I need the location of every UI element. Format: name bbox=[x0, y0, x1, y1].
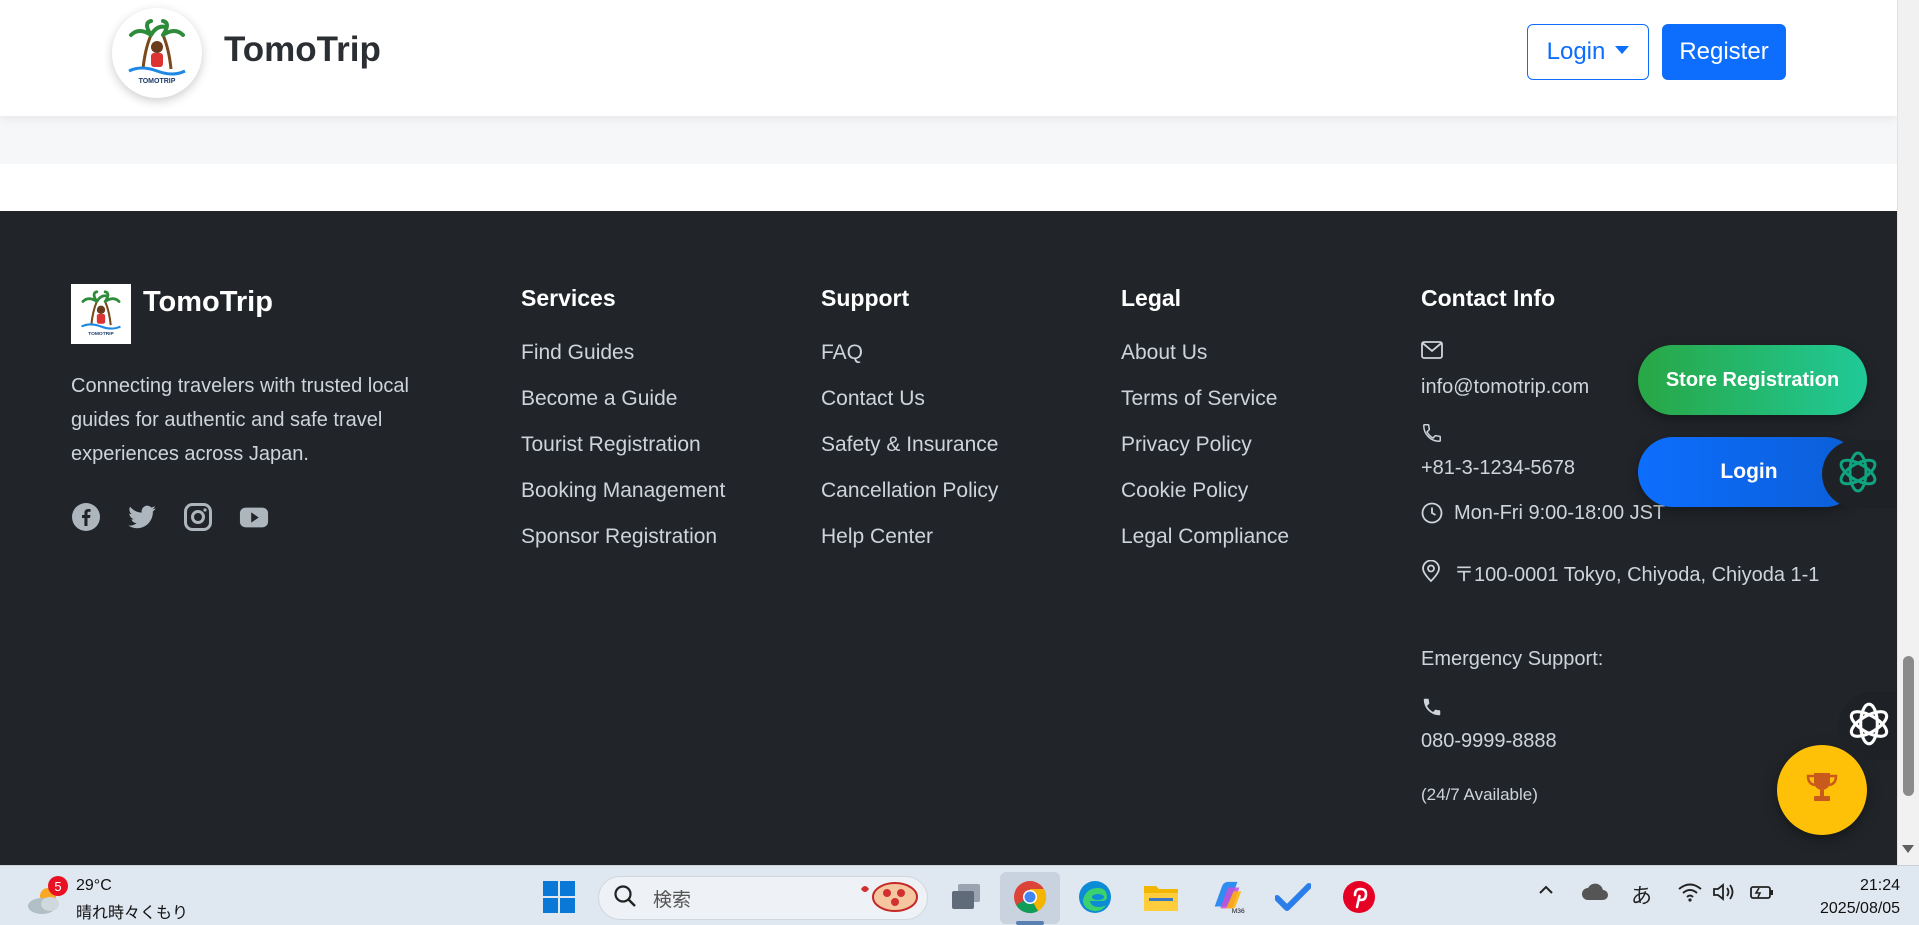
contact-address: 〒100-0001 Tokyo, Chiyoda, Chiyoda 1-1 bbox=[1454, 564, 1820, 586]
weather-badge: 5 bbox=[48, 876, 68, 896]
brand-name[interactable]: TomoTrip bbox=[224, 30, 381, 70]
footer-link-sponsor-registration[interactable]: Sponsor Registration bbox=[521, 525, 725, 571]
footer-link-cookie[interactable]: Cookie Policy bbox=[1121, 479, 1289, 525]
weather-temperature: 29°C bbox=[76, 877, 112, 894]
todo-check-icon[interactable] bbox=[1275, 879, 1311, 915]
footer-link-faq[interactable]: FAQ bbox=[821, 341, 998, 387]
palm-logo-icon: TOMOTRIP bbox=[128, 19, 186, 85]
footer-logo[interactable]: TOMOTRIP bbox=[71, 284, 131, 344]
search-placeholder: 検索 bbox=[653, 889, 692, 911]
site-header: TOMOTRIP TomoTrip Login Register bbox=[0, 0, 1897, 116]
facebook-icon[interactable] bbox=[71, 502, 101, 532]
chatgpt-tab[interactable] bbox=[1838, 692, 1897, 760]
taskbar-clock[interactable]: 21:24 2025/08/05 bbox=[1820, 874, 1900, 920]
onedrive-cloud-icon[interactable] bbox=[1581, 882, 1609, 908]
footer-tagline: Connecting travelers with trusted local … bbox=[71, 375, 409, 465]
social-links bbox=[71, 502, 269, 532]
envelope-icon bbox=[1421, 341, 1443, 365]
legal-heading: Legal bbox=[1121, 285, 1182, 311]
login-dropdown-button[interactable]: Login bbox=[1527, 24, 1649, 80]
footer-link-privacy[interactable]: Privacy Policy bbox=[1121, 433, 1289, 479]
phone-icon bbox=[1421, 422, 1443, 450]
active-app-indicator bbox=[1016, 921, 1044, 925]
scrollbar-thumb[interactable] bbox=[1903, 656, 1914, 796]
edge-icon[interactable] bbox=[1077, 879, 1113, 915]
windows-start-icon[interactable] bbox=[541, 879, 577, 915]
phone-solid-icon bbox=[1421, 696, 1443, 724]
contact-email[interactable]: info@tomotrip.com bbox=[1421, 376, 1589, 399]
trophy-icon bbox=[1805, 770, 1839, 811]
login-label: Login bbox=[1546, 38, 1606, 65]
pinterest-icon[interactable] bbox=[1341, 879, 1377, 915]
support-list: FAQ Contact Us Safety & Insurance Cancel… bbox=[821, 341, 998, 571]
contact-hours: Mon-Fri 9:00-18:00 JST bbox=[1454, 502, 1666, 524]
battery-icon[interactable] bbox=[1749, 882, 1775, 908]
openai-green-icon bbox=[1834, 448, 1882, 501]
tray-chevron-up-icon[interactable] bbox=[1536, 880, 1556, 906]
brand-logo[interactable]: TOMOTRIP bbox=[112, 8, 202, 98]
footer-link-find-guides[interactable]: Find Guides bbox=[521, 341, 725, 387]
logo-caption: TOMOTRIP bbox=[139, 78, 176, 85]
svg-text:M365: M365 bbox=[1232, 908, 1245, 915]
ime-indicator[interactable]: あ bbox=[1631, 880, 1652, 910]
store-registration-button[interactable]: Store Registration bbox=[1638, 345, 1867, 415]
footer-link-contact-us[interactable]: Contact Us bbox=[821, 387, 998, 433]
footer-link-booking-management[interactable]: Booking Management bbox=[521, 479, 725, 525]
emergency-label: Emergency Support: bbox=[1421, 648, 1604, 670]
page-section-band bbox=[0, 116, 1897, 164]
footer-link-about-us[interactable]: About Us bbox=[1121, 341, 1289, 387]
search-icon bbox=[613, 884, 637, 913]
twitter-icon[interactable] bbox=[127, 502, 157, 532]
search-highlight-icon bbox=[855, 879, 919, 918]
register-button[interactable]: Register bbox=[1662, 24, 1786, 80]
trophy-button[interactable] bbox=[1777, 745, 1867, 835]
footer-link-cancellation-policy[interactable]: Cancellation Policy bbox=[821, 479, 998, 525]
browser-viewport: TOMOTRIP TomoTrip Login Register TOMOTRI… bbox=[0, 0, 1897, 865]
caret-down-icon bbox=[1615, 46, 1630, 54]
weather-widget[interactable]: 5 29°C 晴れ時々くもり bbox=[26, 876, 189, 922]
volume-icon[interactable] bbox=[1712, 882, 1736, 908]
wifi-icon[interactable] bbox=[1677, 882, 1703, 908]
m365-copilot-icon[interactable]: M365 bbox=[1209, 879, 1245, 915]
scroll-down-arrow-icon[interactable] bbox=[1902, 845, 1914, 853]
youtube-icon[interactable] bbox=[239, 502, 269, 532]
palm-logo-icon: TOMOTRIP bbox=[81, 290, 121, 337]
instagram-icon[interactable] bbox=[183, 502, 213, 532]
footer-link-safety-insurance[interactable]: Safety & Insurance bbox=[821, 433, 998, 479]
footer-link-become-guide[interactable]: Become a Guide bbox=[521, 387, 725, 433]
emergency-phone[interactable]: 080-9999-8888 bbox=[1421, 730, 1557, 753]
clock-time: 21:24 bbox=[1859, 877, 1900, 894]
ai-assistant-tab[interactable] bbox=[1822, 440, 1897, 508]
clock-date: 2025/08/05 bbox=[1820, 900, 1901, 917]
footer-link-help-center[interactable]: Help Center bbox=[821, 525, 998, 571]
contact-phone[interactable]: +81-3-1234-5678 bbox=[1421, 457, 1575, 480]
footer-brand: TomoTrip bbox=[143, 286, 273, 318]
clock-icon bbox=[1421, 502, 1443, 530]
support-heading: Support bbox=[821, 285, 910, 311]
site-footer: TOMOTRIP TomoTrip Connecting travelers w… bbox=[0, 211, 1897, 865]
services-heading: Services bbox=[521, 285, 616, 311]
windows-taskbar: 5 29°C 晴れ時々くもり 検索 M365 bbox=[0, 865, 1919, 925]
emergency-availability: (24/7 Available) bbox=[1421, 785, 1538, 804]
chrome-icon[interactable] bbox=[1012, 879, 1048, 915]
taskbar-search[interactable]: 検索 bbox=[598, 876, 928, 920]
footer-link-legal-compliance[interactable]: Legal Compliance bbox=[1121, 525, 1289, 571]
services-list: Find Guides Become a Guide Tourist Regis… bbox=[521, 341, 725, 571]
weather-condition: 晴れ時々くもり bbox=[76, 905, 189, 922]
logo-caption: TOMOTRIP bbox=[88, 331, 114, 337]
task-view-icon[interactable] bbox=[948, 879, 984, 915]
openai-white-icon bbox=[1844, 699, 1894, 754]
footer-link-terms[interactable]: Terms of Service bbox=[1121, 387, 1289, 433]
legal-list: About Us Terms of Service Privacy Policy… bbox=[1121, 341, 1289, 571]
footer-link-tourist-registration[interactable]: Tourist Registration bbox=[521, 433, 725, 479]
file-explorer-icon[interactable] bbox=[1143, 879, 1179, 915]
contact-heading: Contact Info bbox=[1421, 285, 1556, 311]
